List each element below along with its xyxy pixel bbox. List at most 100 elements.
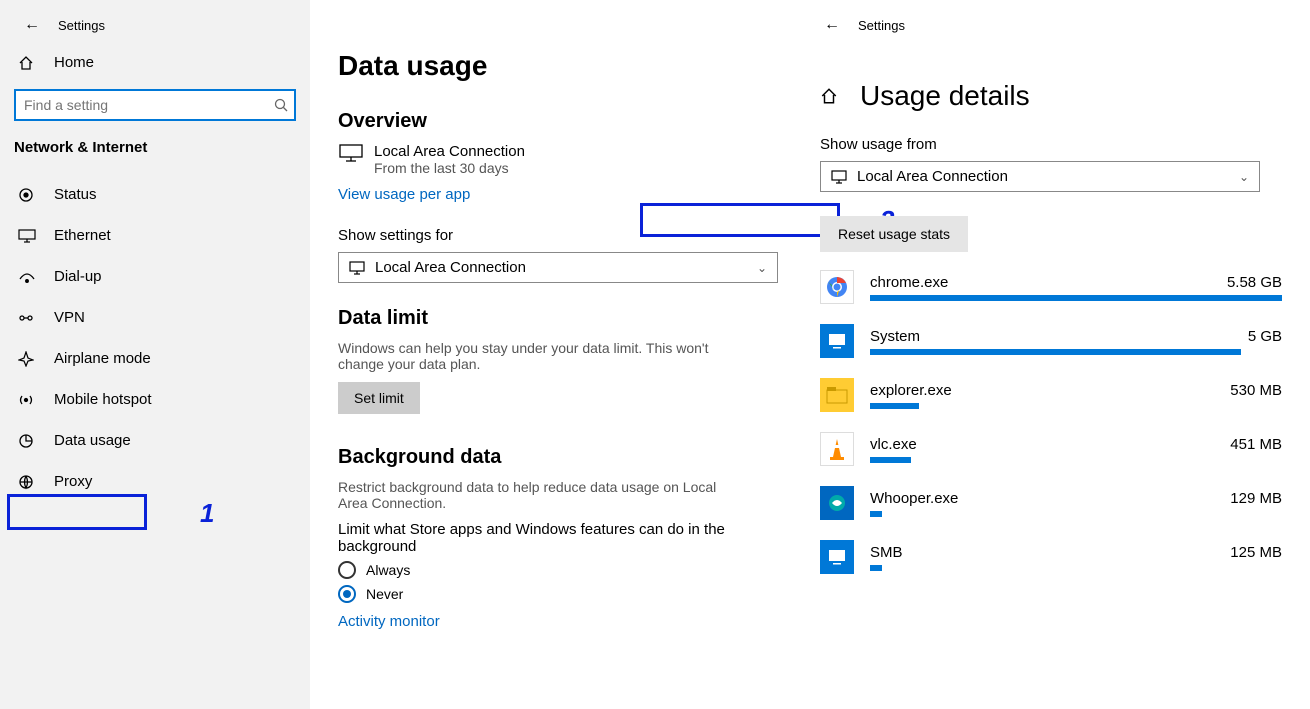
background-heading: Background data — [338, 446, 772, 469]
sidebar-category: Network & Internet — [0, 135, 310, 174]
app-col: Whooper.exe 129 MB — [870, 490, 1282, 517]
app-value: 530 MB — [1230, 382, 1282, 399]
chevron-down-icon: ⌄ — [757, 261, 767, 275]
app-col: explorer.exe 530 MB — [870, 382, 1282, 409]
chevron-down-icon-2: ⌄ — [1239, 170, 1249, 184]
sidebar-home[interactable]: Home — [0, 40, 310, 85]
page-title: Data usage — [338, 50, 772, 82]
nav-list: Status Ethernet Dial-up VPN Airplane mode Mob… — [0, 174, 310, 502]
show-usage-selected: Local Area Connection — [857, 168, 1008, 185]
p2-header-title: Settings — [858, 18, 905, 33]
app-icon — [820, 378, 854, 412]
app-row: chrome.exe 5.58 GB — [820, 270, 1282, 304]
header-title: Settings — [58, 18, 105, 33]
sidebar-item-status[interactable]: Status — [0, 174, 310, 215]
app-bar — [870, 457, 911, 463]
home-label: Home — [54, 54, 94, 71]
monitor-icon-2 — [831, 170, 847, 184]
app-icon — [820, 540, 854, 574]
sidebar-item-ethernet[interactable]: Ethernet — [0, 215, 310, 256]
sidebar-item-dial-up[interactable]: Dial-up — [0, 256, 310, 297]
main-pane: Data usage Overview Local Area Connectio… — [310, 0, 800, 709]
app-bar — [870, 403, 919, 409]
annotation-number-1: 1 — [200, 498, 214, 529]
show-settings-selected: Local Area Connection — [375, 259, 526, 276]
sidebar-item-label: Mobile hotspot — [54, 391, 152, 408]
p2-back-button[interactable]: ← — [820, 16, 844, 34]
show-settings-dropdown[interactable]: Local Area Connection ⌄ — [338, 252, 778, 283]
proxy-icon — [18, 474, 40, 490]
app-row: vlc.exe 451 MB — [820, 432, 1282, 466]
app-icon — [820, 486, 854, 520]
app-icon — [820, 270, 854, 304]
monitor-icon — [349, 261, 365, 275]
app-row: SMB125 MB — [820, 540, 1282, 574]
show-usage-dropdown[interactable]: Local Area Connection ⌄ — [820, 161, 1260, 192]
app-name: Whooper.exe — [870, 490, 958, 507]
app-value: 5.58 GB — [1227, 274, 1282, 291]
app-col: chrome.exe 5.58 GB — [870, 274, 1282, 301]
app-value: 129 MB — [1230, 490, 1282, 507]
airplane-icon — [18, 351, 40, 367]
p2-header: ← Settings — [820, 10, 1282, 40]
activity-monitor-link[interactable]: Activity monitor — [338, 613, 440, 630]
home-icon — [18, 55, 40, 71]
radio-always-label: Always — [366, 562, 410, 578]
status-icon — [18, 187, 40, 203]
app-bar — [870, 349, 1241, 355]
sidebar-item-vpn[interactable]: VPN — [0, 297, 310, 338]
app-bar — [870, 295, 1282, 301]
view-usage-per-app-link[interactable]: View usage per app — [338, 186, 470, 203]
p2-title-row: Usage details — [820, 80, 1282, 112]
ethernet-icon — [338, 143, 374, 165]
hotspot-icon — [18, 392, 40, 408]
search-icon — [274, 98, 288, 112]
overview-heading: Overview — [338, 110, 772, 133]
sidebar-item-label: Dial-up — [54, 268, 102, 285]
app-col: vlc.exe 451 MB — [870, 436, 1282, 463]
sidebar-item-airplane-mode[interactable]: Airplane mode — [0, 338, 310, 379]
sidebar-item-label: Ethernet — [54, 227, 111, 244]
data-limit-heading: Data limit — [338, 307, 772, 330]
sidebar-item-label: Status — [54, 186, 97, 203]
back-button[interactable]: ← — [20, 16, 44, 34]
vpn-icon — [18, 311, 40, 325]
sidebar-item-data-usage[interactable]: Data usage — [0, 420, 310, 461]
usage-details-pane: ← Settings Usage details 3 Show usage fr… — [800, 0, 1310, 709]
set-limit-button[interactable]: Set limit — [338, 382, 420, 414]
reset-usage-button[interactable]: Reset usage stats — [820, 216, 968, 252]
sidebar-header: ← Settings — [0, 10, 310, 40]
app-value: 451 MB — [1230, 436, 1282, 453]
app-name: vlc.exe — [870, 436, 917, 453]
app-row: explorer.exe 530 MB — [820, 378, 1282, 412]
app-icon — [820, 432, 854, 466]
app-list: chrome.exe5.58 GBSystem5 GBexplorer.exe5… — [820, 270, 1282, 574]
usage-details-title: Usage details — [860, 80, 1030, 112]
app-name: explorer.exe — [870, 382, 952, 399]
sidebar-item-label: Proxy — [54, 473, 92, 490]
connection-name: Local Area Connection — [374, 143, 525, 160]
show-usage-label: Show usage from — [820, 136, 1282, 153]
background-limit-label: Limit what Store apps and Windows featur… — [338, 521, 738, 555]
search-wrap — [14, 89, 296, 121]
app-name: chrome.exe — [870, 274, 948, 291]
sidebar-item-label: Data usage — [54, 432, 131, 449]
search-input[interactable] — [14, 89, 296, 121]
ethernet-icon — [18, 229, 40, 243]
data-limit-desc: Windows can help you stay under your dat… — [338, 340, 738, 372]
sidebar: ← Settings Home Network & Internet Statu… — [0, 0, 310, 709]
overview-text: Local Area Connection From the last 30 d… — [374, 143, 525, 176]
radio-never-label: Never — [366, 586, 403, 602]
show-settings-label: Show settings for — [338, 227, 772, 244]
radio-never-dot — [338, 585, 356, 603]
sidebar-item-mobile-hotspot[interactable]: Mobile hotspot — [0, 379, 310, 420]
p2-home-icon — [820, 87, 848, 105]
radio-always[interactable]: Always — [338, 561, 772, 579]
radio-never[interactable]: Never — [338, 585, 772, 603]
data-icon — [18, 433, 40, 449]
overview-row: Local Area Connection From the last 30 d… — [338, 143, 772, 176]
app-value: 5 GB — [1248, 328, 1282, 345]
sidebar-item-proxy[interactable]: Proxy — [0, 461, 310, 502]
sidebar-item-label: Airplane mode — [54, 350, 151, 367]
sidebar-item-label: VPN — [54, 309, 85, 326]
